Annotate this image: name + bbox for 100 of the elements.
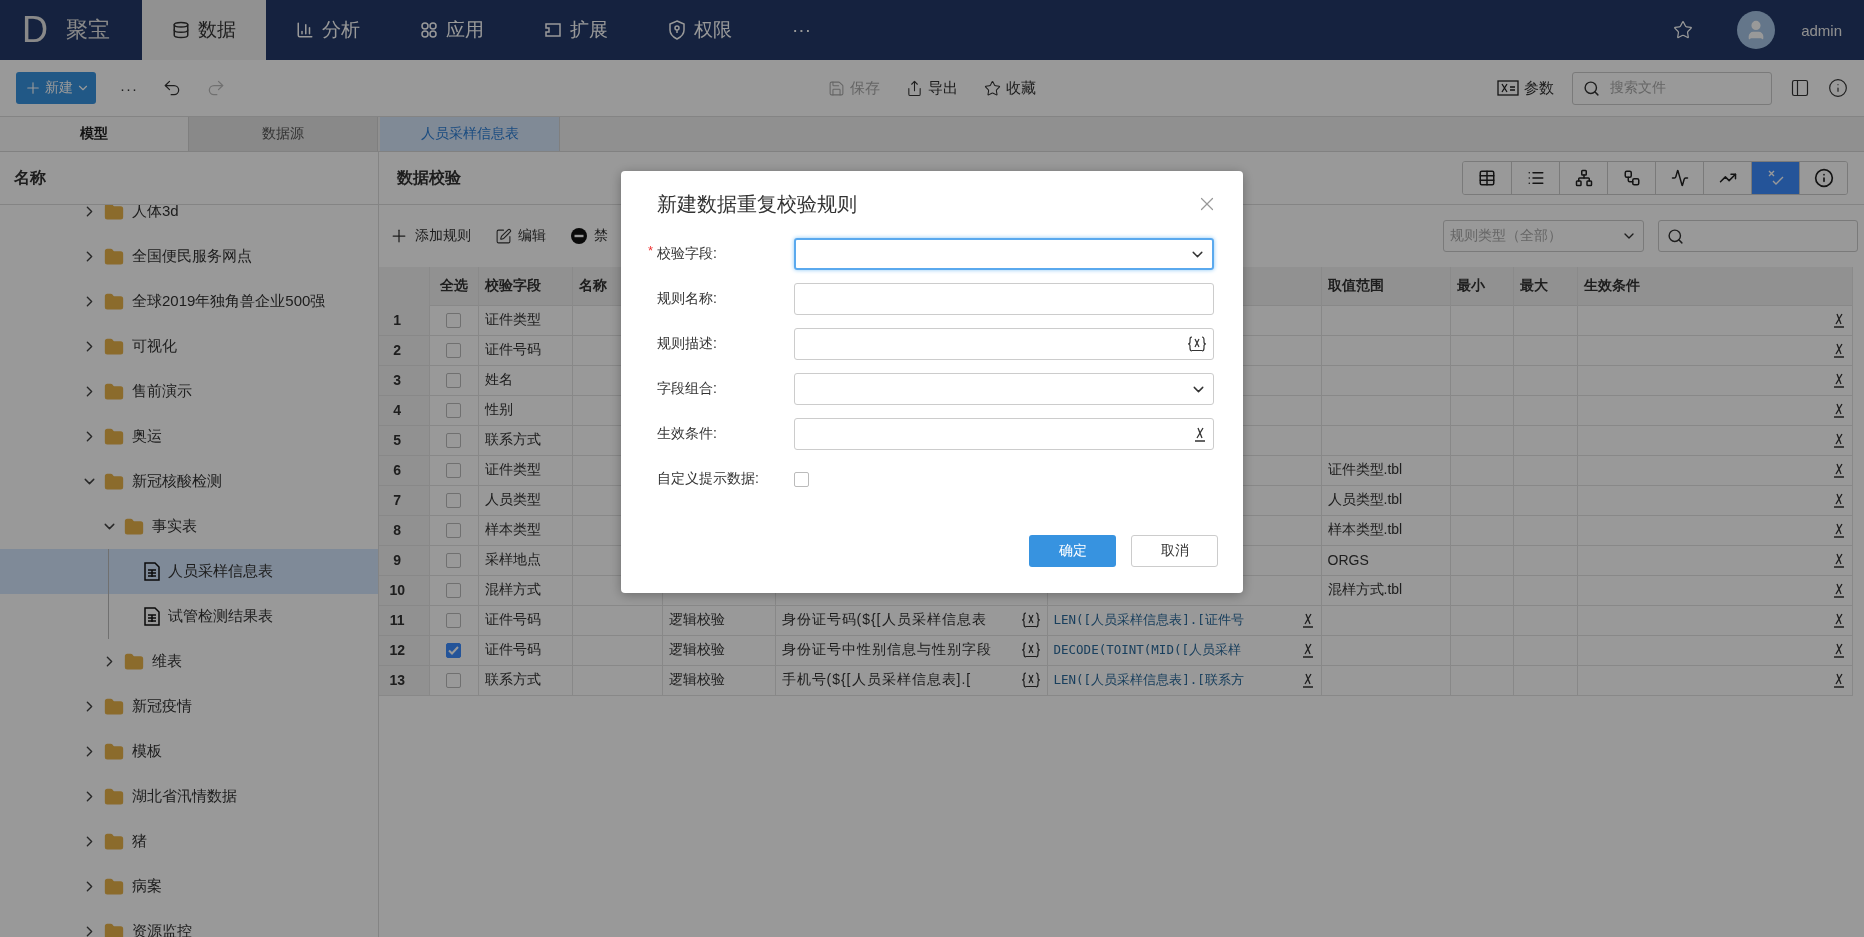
row-checkbox[interactable] (446, 643, 461, 659)
variable-icon[interactable] (1831, 491, 1846, 509)
minus-circle-icon (570, 227, 588, 245)
row-checkbox[interactable] (446, 433, 461, 449)
tree-item[interactable]: 人员采样信息表 (0, 549, 378, 594)
input-field[interactable] (794, 328, 1214, 360)
select-field[interactable] (794, 238, 1214, 270)
braced-variable-icon[interactable] (1020, 671, 1041, 689)
layout-icon[interactable] (1790, 78, 1810, 98)
sidebar-tab[interactable]: 数据源 (189, 117, 378, 151)
row-checkbox[interactable] (446, 463, 461, 479)
tree-item[interactable]: 新冠核酸检测 (0, 459, 378, 504)
variable-icon[interactable] (1831, 311, 1846, 329)
column-header[interactable]: 全选 (429, 267, 478, 305)
avatar[interactable] (1737, 11, 1776, 49)
input-field[interactable] (794, 418, 1214, 450)
view-button[interactable] (1799, 162, 1847, 194)
variable-icon[interactable] (1193, 425, 1207, 443)
input-field[interactable] (794, 283, 1214, 315)
nav-tab[interactable]: 数据 (142, 0, 266, 60)
required-mark: * (648, 243, 654, 258)
variable-icon[interactable] (1831, 671, 1846, 689)
favorite-button[interactable]: 收藏 (984, 78, 1036, 98)
braced-variable-icon[interactable] (1020, 641, 1041, 659)
action-button[interactable]: 添加规则 (389, 226, 471, 246)
undo-icon[interactable] (162, 78, 182, 98)
grid-icon (420, 21, 438, 39)
tree-item[interactable]: 可视化 (0, 324, 378, 369)
row-number: 2 (379, 335, 429, 365)
nav-tab[interactable]: 应用 (390, 0, 514, 60)
table-icon (1478, 169, 1496, 187)
row-checkbox[interactable] (446, 553, 461, 569)
search-field[interactable] (1658, 220, 1858, 252)
panel-title: 数据校验 (397, 167, 462, 188)
tree-item[interactable]: 湖北省汛情数据 (0, 774, 378, 819)
variable-icon[interactable] (1300, 611, 1315, 629)
tree-item[interactable]: 全国便民服务网点 (0, 234, 378, 279)
tree-item[interactable]: 事实表 (0, 504, 378, 549)
variable-icon[interactable] (1831, 341, 1846, 359)
select-field[interactable] (794, 373, 1214, 405)
search-icon (1583, 79, 1600, 97)
tree-item[interactable]: 全球2019年独角兽企业500强 (0, 279, 378, 324)
braced-variable-icon[interactable] (1187, 335, 1207, 353)
parameters-button[interactable]: 参数 (1497, 78, 1554, 98)
network-icon (1574, 169, 1593, 187)
tree-item[interactable]: 模板 (0, 729, 378, 774)
variable-icon[interactable] (1831, 371, 1846, 389)
variable-icon[interactable] (1300, 671, 1315, 689)
row-checkbox[interactable] (446, 673, 461, 689)
table-cell: LEN([人员采样信息表].[联系方 (1053, 671, 1244, 689)
row-checkbox[interactable] (446, 373, 461, 389)
column-header: 最大 (1513, 267, 1577, 305)
nav-tab[interactable]: 扩展 (514, 0, 638, 60)
table-cell: 手机号(${[人员采样信息表].[ (781, 671, 972, 689)
variable-icon[interactable] (1831, 641, 1846, 659)
variable-icon[interactable] (1831, 581, 1846, 599)
checkbox[interactable] (794, 471, 809, 487)
tree-item[interactable]: 病案 (0, 864, 378, 909)
tree-item[interactable]: 奥运 (0, 414, 378, 459)
tree-item[interactable]: 维表 (0, 639, 378, 684)
user-name[interactable]: admin (1801, 21, 1842, 39)
row-checkbox[interactable] (446, 613, 461, 629)
star-icon[interactable] (1673, 20, 1694, 40)
row-checkbox[interactable] (446, 493, 461, 509)
variable-icon[interactable] (1831, 521, 1846, 539)
table-cell: 样本类型.tbl (1327, 521, 1403, 537)
action-button[interactable]: 禁 (570, 227, 608, 245)
tree-item[interactable]: 猪 (0, 819, 378, 864)
search-icon (1667, 227, 1684, 245)
tree-item[interactable]: 试管检测结果表 (0, 594, 378, 639)
row-checkbox[interactable] (446, 403, 461, 419)
confirm-button[interactable]: 确定 (1029, 535, 1116, 567)
more-button[interactable]: ··· (120, 79, 138, 97)
variable-icon[interactable] (1831, 611, 1846, 629)
nav-tab[interactable]: 权限 (638, 0, 762, 60)
info-icon (1813, 168, 1834, 188)
info-icon[interactable] (1828, 78, 1848, 98)
nav-tab[interactable]: 分析 (266, 0, 390, 60)
tree-item[interactable]: 新冠疫情 (0, 684, 378, 729)
variable-icon[interactable] (1831, 551, 1846, 569)
variable-icon[interactable] (1831, 461, 1846, 479)
folder-icon (104, 831, 124, 852)
row-checkbox[interactable] (446, 343, 461, 359)
variable-icon[interactable] (1300, 641, 1315, 659)
cancel-button[interactable]: 取消 (1131, 535, 1218, 567)
tree-item[interactable]: 售前演示 (0, 369, 378, 414)
shield-icon (668, 20, 686, 40)
sidebar-tab[interactable]: 模型 (0, 117, 189, 151)
nav-tab[interactable]: ··· (762, 0, 841, 60)
action-button[interactable]: 编辑 (495, 227, 546, 245)
field-label: 自定义提示数据: (656, 470, 760, 488)
variable-icon[interactable] (1831, 401, 1846, 419)
braced-variable-icon[interactable] (1020, 611, 1041, 629)
row-checkbox[interactable] (446, 313, 461, 329)
row-checkbox[interactable] (446, 523, 461, 539)
variable-icon[interactable] (1831, 431, 1846, 449)
export-button[interactable]: 导出 (906, 78, 958, 98)
export-icon (906, 79, 923, 97)
star-icon (984, 79, 1001, 97)
row-checkbox[interactable] (446, 583, 461, 599)
